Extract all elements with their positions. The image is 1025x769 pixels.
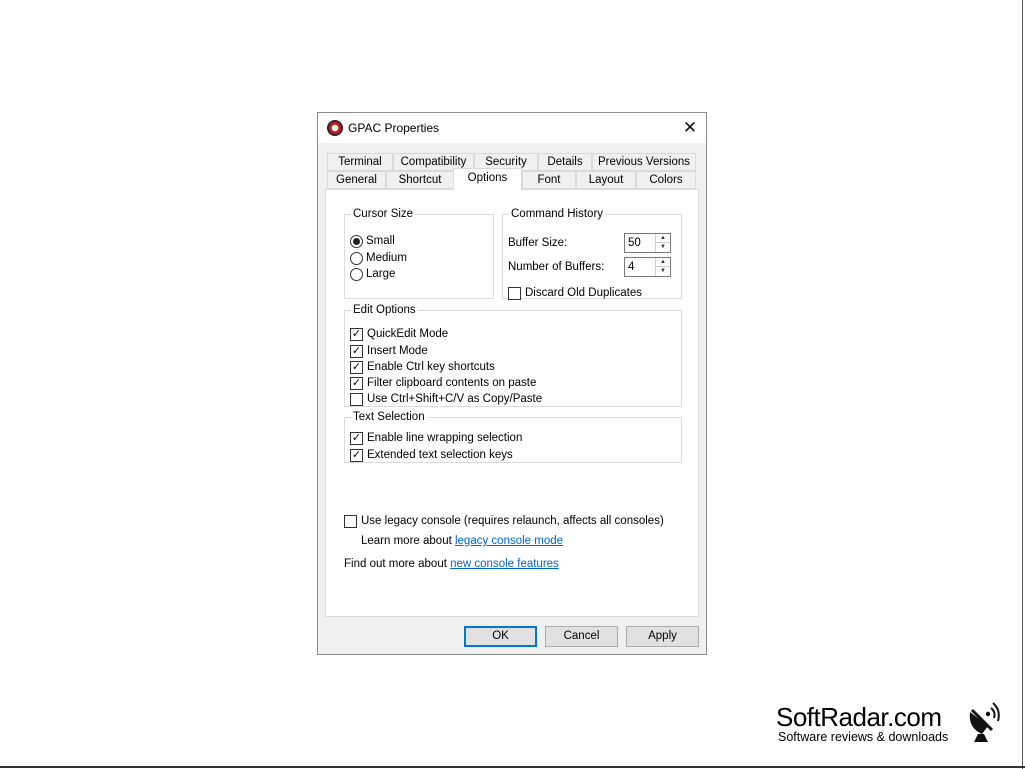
tab-colors[interactable]: Colors xyxy=(636,171,696,189)
cancel-button[interactable]: Cancel xyxy=(545,626,618,647)
tab-general[interactable]: General xyxy=(327,171,386,189)
check-icon[interactable]: ✓ xyxy=(350,448,363,462)
num-buffers-value[interactable]: 4 xyxy=(628,261,634,273)
dialog-title: GPAC Properties xyxy=(348,121,440,135)
discard-duplicates-checkbox[interactable]: Discard Old Duplicates xyxy=(508,286,642,300)
cursor-size-group: Cursor Size Small Medium Large xyxy=(344,208,494,299)
discard-duplicates-label: Discard Old Duplicates xyxy=(525,287,642,299)
legacy-console-box[interactable] xyxy=(344,514,357,528)
edit-options-group: Edit Options ✓ QuickEdit Mode ✓ Insert M… xyxy=(344,304,682,407)
radio-small[interactable]: Small xyxy=(350,234,395,248)
spin-down-icon[interactable]: ▼ xyxy=(656,243,670,252)
buffer-size-stepper[interactable]: 50 ▲ ▼ xyxy=(624,233,671,253)
check-icon[interactable]: ✓ xyxy=(350,344,363,358)
new-console-features-link[interactable]: new console features xyxy=(450,558,559,570)
edit-options-legend: Edit Options xyxy=(353,304,416,316)
ctrl-shortcuts-checkbox[interactable]: ✓ Enable Ctrl key shortcuts xyxy=(350,360,495,374)
find-out-line: Find out more about new console features xyxy=(344,557,559,571)
radio-small-label: Small xyxy=(366,235,395,247)
radio-medium-indicator[interactable] xyxy=(350,251,363,265)
line-wrapping-checkbox[interactable]: ✓ Enable line wrapping selection xyxy=(350,431,522,445)
command-history-legend: Command History xyxy=(511,208,604,220)
properties-dialog: GPAC Properties ✕ Terminal Compatibility… xyxy=(317,112,707,655)
num-buffers-label: Number of Buffers: xyxy=(508,261,605,273)
brand-tagline: Software reviews & downloads xyxy=(778,730,949,744)
cursor-size-legend: Cursor Size xyxy=(353,208,414,220)
ctrl-shift-cv-label: Use Ctrl+Shift+C/V as Copy/Paste xyxy=(367,393,543,405)
check-icon[interactable]: ✓ xyxy=(350,431,363,445)
ok-button[interactable]: OK xyxy=(464,626,537,647)
extended-selection-checkbox[interactable]: ✓ Extended text selection keys xyxy=(350,448,513,462)
radio-small-indicator[interactable] xyxy=(350,234,363,248)
buffer-size-label: Buffer Size: xyxy=(508,237,568,249)
discard-duplicates-box[interactable] xyxy=(508,286,521,300)
satellite-dish-icon xyxy=(969,702,1000,742)
spin-down-icon[interactable]: ▼ xyxy=(656,267,670,276)
text-selection-group: Text Selection ✓ Enable line wrapping se… xyxy=(344,411,682,463)
find-out-prefix: Find out more about xyxy=(344,558,451,570)
filter-clipboard-label: Filter clipboard contents on paste xyxy=(367,377,537,389)
extended-selection-label: Extended text selection keys xyxy=(367,449,513,461)
num-buffers-arrows[interactable]: ▲ ▼ xyxy=(655,258,670,276)
unchecked-box[interactable] xyxy=(350,392,363,406)
check-icon[interactable]: ✓ xyxy=(350,360,363,374)
filter-clipboard-checkbox[interactable]: ✓ Filter clipboard contents on paste xyxy=(350,376,536,390)
command-history-group: Command History Buffer Size: 50 ▲ ▼ Numb… xyxy=(502,208,682,300)
tab-previous-versions[interactable]: Previous Versions xyxy=(592,153,696,171)
num-buffers-stepper[interactable]: 4 ▲ ▼ xyxy=(624,257,671,277)
tab-options[interactable]: Options xyxy=(453,168,522,190)
legacy-console-label: Use legacy console (requires relaunch, a… xyxy=(361,515,664,527)
apply-button[interactable]: Apply xyxy=(626,626,699,647)
tab-terminal[interactable]: Terminal xyxy=(327,153,393,171)
learn-more-line: Learn more about legacy console mode xyxy=(361,534,563,548)
options-tab-panel: Cursor Size Small Medium Large Command H… xyxy=(325,189,699,617)
title-bar[interactable]: GPAC Properties ✕ xyxy=(318,113,706,143)
radio-medium[interactable]: Medium xyxy=(350,251,407,265)
buffer-size-value[interactable]: 50 xyxy=(628,237,641,249)
radio-large-label: Large xyxy=(366,268,396,280)
insert-mode-label: Insert Mode xyxy=(367,345,428,357)
screen-edge-bottom xyxy=(0,766,1025,768)
learn-more-prefix: Learn more about xyxy=(361,535,455,547)
app-icon xyxy=(327,120,343,136)
insert-mode-checkbox[interactable]: ✓ Insert Mode xyxy=(350,344,428,358)
ctrl-shift-cv-checkbox[interactable]: Use Ctrl+Shift+C/V as Copy/Paste xyxy=(350,392,542,406)
radio-large-indicator[interactable] xyxy=(350,267,363,281)
buffer-size-arrows[interactable]: ▲ ▼ xyxy=(655,234,670,252)
radio-medium-label: Medium xyxy=(366,252,407,264)
text-selection-legend: Text Selection xyxy=(353,411,425,423)
radio-large[interactable]: Large xyxy=(350,267,395,281)
tab-font[interactable]: Font xyxy=(522,171,576,189)
spin-up-icon[interactable]: ▲ xyxy=(656,234,670,243)
quickedit-checkbox[interactable]: ✓ QuickEdit Mode xyxy=(350,327,448,341)
close-button[interactable]: ✕ xyxy=(680,118,700,138)
brand-name: SoftRadar.com xyxy=(776,702,942,732)
check-icon[interactable]: ✓ xyxy=(350,327,363,341)
line-wrapping-label: Enable line wrapping selection xyxy=(367,432,523,444)
legacy-console-mode-link[interactable]: legacy console mode xyxy=(455,535,563,547)
tab-shortcut[interactable]: Shortcut xyxy=(386,171,454,189)
ctrl-shortcuts-label: Enable Ctrl key shortcuts xyxy=(367,361,495,373)
quickedit-label: QuickEdit Mode xyxy=(367,328,449,340)
screen-edge-right xyxy=(1022,0,1023,769)
legacy-console-checkbox[interactable]: Use legacy console (requires relaunch, a… xyxy=(344,514,664,528)
tab-details[interactable]: Details xyxy=(538,153,592,171)
tab-layout[interactable]: Layout xyxy=(576,171,636,189)
spin-up-icon[interactable]: ▲ xyxy=(656,258,670,267)
check-icon[interactable]: ✓ xyxy=(350,376,363,390)
